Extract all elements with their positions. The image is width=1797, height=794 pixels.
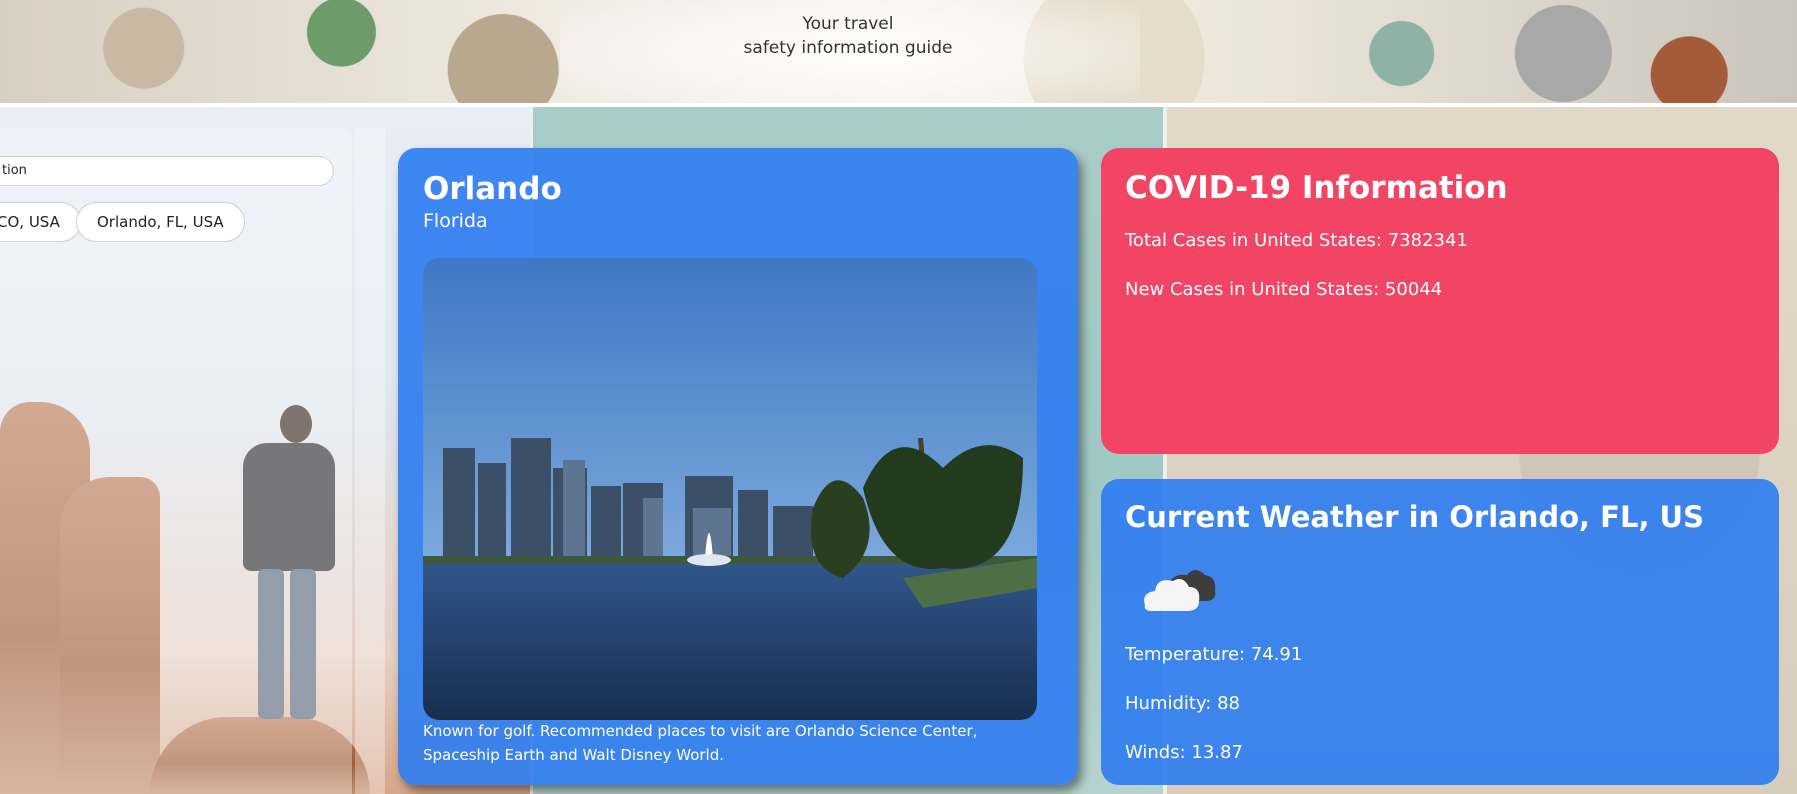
weather-humidity: Humidity: 88: [1125, 693, 1240, 714]
city-photo: [423, 258, 1037, 720]
city-name: Orlando: [423, 171, 562, 207]
header-banner: Your travel safety information guide: [0, 0, 1797, 107]
search-input[interactable]: tion: [0, 156, 334, 186]
recent-search-chip[interactable]: CO, USA: [0, 202, 81, 242]
panel-divider: [355, 128, 385, 794]
recent-search-chip[interactable]: Orlando, FL, USA: [76, 202, 245, 242]
weather-card: Current Weather in Orlando, FL, US Tempe…: [1101, 479, 1779, 785]
city-description: Known for golf. Recommended places to vi…: [423, 722, 978, 764]
weather-winds: Winds: 13.87: [1125, 742, 1243, 763]
covid-card: COVID-19 Information Total Cases in Unit…: [1101, 148, 1779, 454]
tagline-line-1: Your travel: [802, 14, 894, 34]
weather-title: Current Weather in Orlando, FL, US: [1125, 500, 1704, 534]
cloud-icon: [1137, 563, 1217, 619]
covid-total-cases: Total Cases in United States: 7382341: [1125, 230, 1468, 251]
tagline: Your travel safety information guide: [700, 12, 996, 60]
tagline-line-2: safety information guide: [743, 38, 953, 58]
city-state: Florida: [423, 210, 488, 232]
city-lake-photo: [423, 258, 1037, 720]
weather-temperature: Temperature: 74.91: [1125, 644, 1303, 665]
covid-title: COVID-19 Information: [1125, 170, 1508, 206]
city-card: Orlando Florida Known for golf. Recommen…: [398, 148, 1078, 785]
covid-new-cases: New Cases in United States: 50044: [1125, 279, 1443, 300]
